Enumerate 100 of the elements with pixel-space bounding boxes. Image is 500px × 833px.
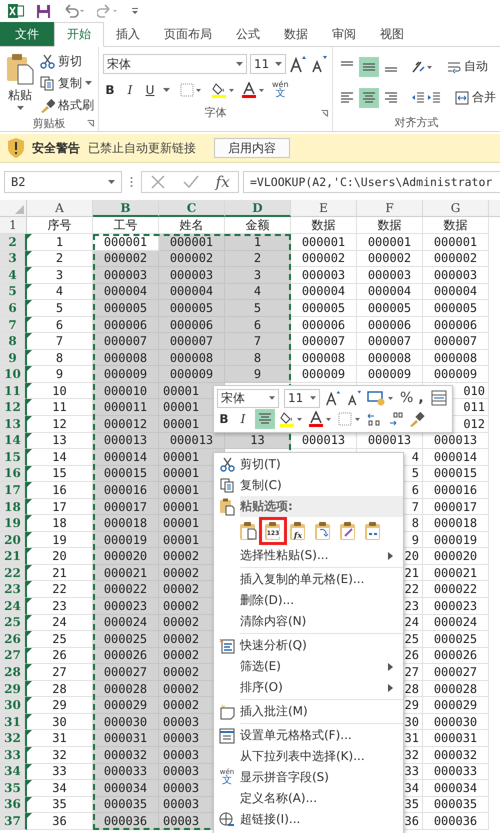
row-header[interactable]: 14 [0, 432, 27, 450]
ribbon-tab[interactable]: 页面布局 [152, 22, 224, 46]
undo-icon[interactable] [63, 4, 85, 18]
brush-icon[interactable] [409, 411, 425, 428]
copy-button[interactable]: 复制 [40, 73, 94, 93]
shrink-font-icon[interactable] [346, 390, 362, 406]
format-painter-button[interactable]: 格式刷 [40, 95, 94, 115]
row-header[interactable]: 22 [0, 564, 27, 582]
font-name-select[interactable]: 宋体 [217, 388, 279, 408]
row-header[interactable]: 28 [0, 664, 27, 681]
borders-icon[interactable] [180, 83, 202, 97]
ribbon-tab[interactable]: 数据 [272, 22, 320, 46]
row-header[interactable]: 36 [0, 796, 27, 814]
name-box[interactable]: B2 [4, 171, 122, 193]
ribbon-tab[interactable]: 插入 [104, 22, 152, 46]
row-header[interactable]: 6 [0, 300, 27, 317]
bold-button[interactable]: B [103, 83, 117, 97]
paste-option-button[interactable] [363, 520, 383, 542]
paste-button[interactable]: 粘贴 [4, 51, 36, 115]
center-align-button[interactable] [255, 409, 275, 430]
ribbon-tab[interactable]: 开始 [54, 22, 104, 47]
dialog-launcher-icon[interactable] [87, 120, 94, 127]
paste-option-button[interactable] [313, 520, 333, 542]
font-color-icon[interactable] [309, 411, 333, 428]
paste-option-button[interactable] [238, 520, 258, 542]
row-header[interactable]: 31 [0, 714, 27, 730]
row-header[interactable]: 3 [0, 250, 27, 268]
borders-icon[interactable] [338, 412, 362, 426]
column-header[interactable]: B [93, 200, 159, 217]
row-header[interactable]: 4 [0, 267, 27, 284]
ribbon-tab[interactable]: 视图 [368, 22, 416, 46]
customize-icon[interactable] [131, 6, 139, 16]
row-header[interactable]: 7 [0, 316, 27, 334]
number-format-icon[interactable] [367, 390, 395, 406]
font-color-icon[interactable] [242, 82, 266, 98]
row-header[interactable]: 32 [0, 730, 27, 747]
row-header[interactable]: 18 [0, 498, 27, 516]
row-header[interactable]: 1 [0, 217, 27, 234]
row-header[interactable]: 26 [0, 631, 27, 648]
decrease-indent-icon[interactable] [411, 90, 425, 104]
row-header[interactable]: 33 [0, 746, 27, 764]
orientation-icon[interactable] [411, 60, 433, 74]
row-header[interactable]: 16 [0, 466, 27, 482]
font-name-select[interactable]: 宋体 [103, 54, 247, 74]
dropdown-arrow-icon[interactable] [163, 88, 170, 92]
row-header[interactable]: 29 [0, 680, 27, 698]
table-format-icon[interactable] [431, 390, 448, 406]
row-header[interactable]: 27 [0, 648, 27, 664]
row-header[interactable]: 12 [0, 399, 27, 416]
row-header[interactable]: 15 [0, 449, 27, 466]
underline-button[interactable]: U [143, 83, 157, 97]
fill-color-icon[interactable] [212, 82, 236, 98]
ribbon-tab[interactable]: 公式 [224, 22, 272, 46]
column-header[interactable]: C [159, 200, 225, 217]
row-header[interactable]: 19 [0, 515, 27, 532]
paste-option-button[interactable]: fx [288, 520, 308, 542]
shrink-font-icon[interactable] [310, 55, 328, 73]
row-header[interactable]: 25 [0, 614, 27, 632]
grow-font-icon[interactable] [325, 390, 341, 406]
formula-field[interactable]: =VLOOKUP(A2,'C:\Users\Administrator [243, 171, 500, 193]
row-header[interactable]: 24 [0, 598, 27, 615]
wrap-text-button[interactable]: 自动 [447, 58, 488, 75]
row-header[interactable]: 34 [0, 764, 27, 780]
ribbon-tab[interactable]: 审阅 [320, 22, 368, 46]
row-header[interactable]: 37 [0, 813, 27, 830]
row-header[interactable]: 5 [0, 284, 27, 300]
dialog-launcher-icon[interactable] [321, 110, 328, 117]
insert-function-button[interactable]: fx [216, 173, 230, 191]
check-icon[interactable] [182, 174, 199, 190]
column-header[interactable]: D [225, 200, 291, 217]
font-size-select[interactable]: 11 [284, 388, 320, 408]
vertical-align-button[interactable] [359, 56, 379, 76]
row-header[interactable]: 35 [0, 780, 27, 797]
increase-indent-icon[interactable] [427, 90, 441, 104]
fill-color-icon[interactable] [280, 411, 304, 428]
italic-button[interactable]: I [236, 412, 250, 426]
phonetic-button[interactable]: wén 文 [272, 81, 289, 99]
row-header[interactable]: 8 [0, 333, 27, 350]
row-header[interactable]: 17 [0, 482, 27, 499]
cut-button[interactable]: 剪切 [40, 51, 94, 71]
row-header[interactable]: 13 [0, 416, 27, 433]
column-header[interactable]: E [291, 200, 357, 217]
horizontal-align-button[interactable] [359, 88, 379, 108]
row-header[interactable]: 10 [0, 366, 27, 383]
decrease-decimal-icon[interactable] [388, 412, 404, 426]
row-header[interactable]: 23 [0, 581, 27, 598]
row-header[interactable]: 11 [0, 382, 27, 400]
row-header[interactable]: 2 [0, 234, 27, 251]
row-header[interactable]: 9 [0, 350, 27, 366]
file-tab[interactable]: 文件 [0, 22, 54, 46]
column-header[interactable]: G [423, 200, 489, 217]
enable-content-button[interactable]: 启用内容 [214, 138, 290, 158]
column-header[interactable]: A [27, 200, 93, 217]
row-header[interactable]: 20 [0, 532, 27, 548]
column-header[interactable]: F [357, 200, 423, 217]
paste-option-button[interactable] [338, 520, 358, 542]
italic-button[interactable]: I [123, 83, 137, 97]
merge-center-button[interactable]: 合并 [455, 89, 496, 106]
row-header[interactable]: 30 [0, 697, 27, 714]
grow-font-icon[interactable] [289, 55, 307, 73]
